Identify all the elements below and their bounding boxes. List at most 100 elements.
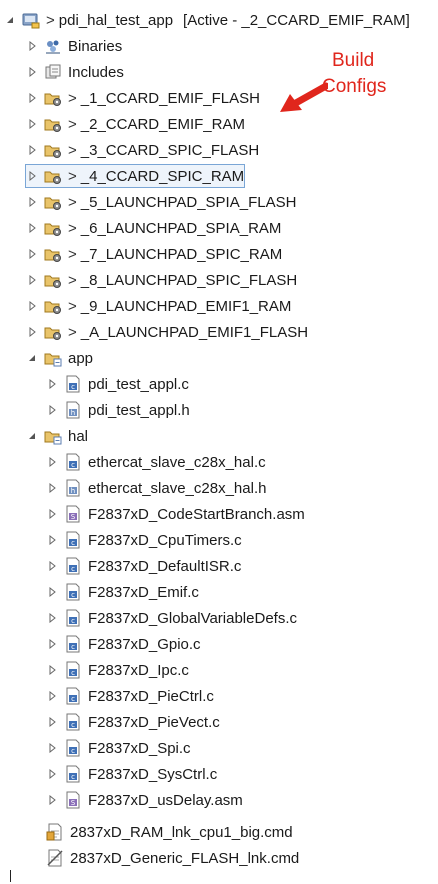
tree-item-file[interactable]: c F2837xD_Spi.c: [46, 737, 191, 759]
source-file-icon: h: [64, 479, 82, 497]
collapsed-arrow-icon[interactable]: [46, 404, 58, 416]
tree-item-file[interactable]: c ethercat_slave_c28x_hal.c: [46, 451, 266, 473]
tree-item-build-config[interactable]: > _4_CCARD_SPIC_RAM: [24, 164, 246, 188]
tree-item-build-config[interactable]: > _2_CCARD_EMIF_RAM: [26, 113, 245, 135]
tree-item-label: _8_LAUNCHPAD_SPIC_FLASH: [80, 271, 298, 289]
tree-item-file[interactable]: c F2837xD_Gpio.c: [46, 633, 201, 655]
tree-item-file[interactable]: h ethercat_slave_c28x_hal.h: [46, 477, 266, 499]
tree-item-label: Binaries: [68, 37, 123, 55]
collapsed-arrow-icon[interactable]: [46, 794, 58, 806]
tree-item-label: pdi_test_appl.h: [88, 401, 190, 419]
tree-item-build-config[interactable]: > _7_LAUNCHPAD_SPIC_RAM: [26, 243, 282, 265]
collapsed-arrow-icon[interactable]: [46, 378, 58, 390]
config-prefix: >: [68, 141, 77, 159]
collapsed-arrow-icon[interactable]: [46, 664, 58, 676]
source-file-icon: c: [64, 687, 82, 705]
tree-item-file[interactable]: h pdi_test_appl.h: [46, 399, 190, 421]
config-prefix: >: [68, 219, 77, 237]
tree-item-file[interactable]: c F2837xD_PieCtrl.c: [46, 685, 214, 707]
project-root[interactable]: > pdi_hal_test_app [Active - _2_CCARD_EM…: [4, 9, 410, 31]
project-active-config: [Active - _2_CCARD_EMIF_RAM]: [183, 11, 410, 29]
config-prefix: >: [68, 245, 77, 263]
tree-item-label: _6_LAUNCHPAD_SPIA_RAM: [80, 219, 282, 237]
collapsed-arrow-icon[interactable]: [46, 742, 58, 754]
text-cursor: [10, 870, 11, 882]
svg-text:h: h: [71, 409, 75, 417]
tree-item-file-cmd-ram[interactable]: 2837xD_RAM_lnk_cpu1_big.cmd: [46, 821, 293, 843]
collapsed-arrow-icon[interactable]: [46, 560, 58, 572]
tree-item-folder-app[interactable]: app: [26, 347, 93, 369]
tree-item-file[interactable]: c F2837xD_CpuTimers.c: [46, 529, 242, 551]
svg-text:c: c: [71, 747, 75, 755]
collapsed-arrow-icon[interactable]: [26, 40, 38, 52]
svg-text:c: c: [71, 643, 75, 651]
build-config-folder-icon: [44, 271, 62, 289]
build-config-folder-icon: [44, 297, 62, 315]
collapsed-arrow-icon[interactable]: [26, 326, 38, 338]
tree-item-file[interactable]: S F2837xD_usDelay.asm: [46, 789, 243, 811]
config-prefix: >: [68, 89, 77, 107]
project-name: pdi_hal_test_app: [58, 11, 174, 29]
tree-item-build-config[interactable]: > _5_LAUNCHPAD_SPIA_FLASH: [26, 191, 296, 213]
collapsed-arrow-icon[interactable]: [26, 274, 38, 286]
tree-item-includes[interactable]: Includes: [26, 61, 124, 83]
collapsed-arrow-icon[interactable]: [46, 612, 58, 624]
source-file-icon: c: [64, 765, 82, 783]
tree-item-file[interactable]: S F2837xD_CodeStartBranch.asm: [46, 503, 305, 525]
collapsed-arrow-icon[interactable]: [26, 222, 38, 234]
expanded-arrow-icon[interactable]: [26, 352, 38, 364]
collapsed-arrow-icon[interactable]: [26, 196, 38, 208]
collapsed-arrow-icon[interactable]: [26, 118, 38, 130]
source-file-icon: c: [64, 375, 82, 393]
tree-item-file[interactable]: c pdi_test_appl.c: [46, 373, 189, 395]
collapsed-arrow-icon[interactable]: [46, 716, 58, 728]
config-prefix: >: [68, 297, 77, 315]
tree-item-file[interactable]: c F2837xD_GlobalVariableDefs.c: [46, 607, 297, 629]
expanded-arrow-icon[interactable]: [26, 430, 38, 442]
tree-item-build-config[interactable]: > _A_LAUNCHPAD_EMIF1_FLASH: [26, 321, 308, 343]
collapsed-arrow-icon[interactable]: [46, 508, 58, 520]
collapsed-arrow-icon[interactable]: [46, 534, 58, 546]
excluded-linker-file-icon: [46, 849, 64, 867]
expanded-arrow-icon[interactable]: [4, 14, 16, 26]
svg-text:c: c: [71, 461, 75, 469]
collapsed-arrow-icon[interactable]: [26, 300, 38, 312]
tree-item-build-config[interactable]: > _1_CCARD_EMIF_FLASH: [26, 87, 260, 109]
collapsed-arrow-icon[interactable]: [46, 456, 58, 468]
tree-item-file[interactable]: c F2837xD_PieVect.c: [46, 711, 220, 733]
tree-item-build-config[interactable]: > _9_LAUNCHPAD_EMIF1_RAM: [26, 295, 291, 317]
svg-text:S: S: [71, 513, 76, 521]
collapsed-arrow-icon[interactable]: [46, 586, 58, 598]
tree-item-label: F2837xD_CodeStartBranch.asm: [88, 505, 305, 523]
svg-text:c: c: [71, 539, 75, 547]
collapsed-arrow-icon[interactable]: [46, 482, 58, 494]
tree-item-build-config[interactable]: > _6_LAUNCHPAD_SPIA_RAM: [26, 217, 281, 239]
collapsed-arrow-icon[interactable]: [26, 170, 38, 182]
collapsed-arrow-icon[interactable]: [46, 690, 58, 702]
tree-item-build-config[interactable]: > _3_CCARD_SPIC_FLASH: [26, 139, 259, 161]
tree-item-file-cmd-flash[interactable]: 2837xD_Generic_FLASH_lnk.cmd: [46, 847, 299, 869]
build-config-folder-icon: [44, 141, 62, 159]
tree-item-label: app: [68, 349, 94, 367]
build-config-folder-icon: [44, 115, 62, 133]
tree-item-file[interactable]: c F2837xD_Ipc.c: [46, 659, 189, 681]
collapsed-arrow-icon[interactable]: [26, 66, 38, 78]
tree-item-label: F2837xD_CpuTimers.c: [88, 531, 242, 549]
collapsed-arrow-icon[interactable]: [26, 144, 38, 156]
tree-item-build-config[interactable]: > _8_LAUNCHPAD_SPIC_FLASH: [26, 269, 297, 291]
project-prefix: >: [46, 11, 55, 29]
tree-item-file[interactable]: c F2837xD_DefaultISR.c: [46, 555, 241, 577]
tree-item-label: _4_CCARD_SPIC_RAM: [80, 167, 245, 185]
tree-item-file[interactable]: c F2837xD_SysCtrl.c: [46, 763, 217, 785]
collapsed-arrow-icon[interactable]: [26, 92, 38, 104]
tree-item-binaries[interactable]: Binaries: [26, 35, 122, 57]
tree-item-file[interactable]: c F2837xD_Emif.c: [46, 581, 199, 603]
tree-item-folder-hal[interactable]: hal: [26, 425, 88, 447]
collapsed-arrow-icon[interactable]: [26, 248, 38, 260]
source-file-icon: c: [64, 713, 82, 731]
tree-item-label: _5_LAUNCHPAD_SPIA_FLASH: [80, 193, 297, 211]
project-explorer-tree: > pdi_hal_test_app [Active - _2_CCARD_EM…: [0, 0, 438, 884]
tree-item-label: 2837xD_Generic_FLASH_lnk.cmd: [70, 849, 300, 867]
collapsed-arrow-icon[interactable]: [46, 638, 58, 650]
collapsed-arrow-icon[interactable]: [46, 768, 58, 780]
